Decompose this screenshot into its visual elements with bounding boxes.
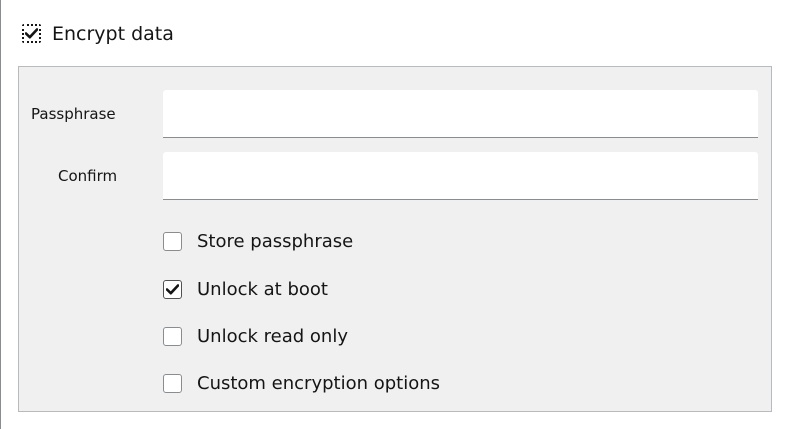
checkmark-icon	[166, 284, 179, 295]
store-passphrase-label[interactable]: Store passphrase	[197, 231, 353, 253]
checkmark-icon	[25, 28, 38, 39]
passphrase-label: Passphrase	[31, 105, 116, 123]
unlock-at-boot-checkbox[interactable]	[163, 280, 182, 299]
unlock-read-only-label[interactable]: Unlock read only	[197, 326, 348, 348]
encrypt-data-checkbox[interactable]	[22, 24, 41, 43]
custom-encryption-options-checkbox[interactable]	[163, 374, 182, 393]
custom-encryption-options-label[interactable]: Custom encryption options	[197, 373, 440, 395]
encryption-options-form: Encrypt data Passphrase Confirm Store pa…	[0, 0, 788, 429]
passphrase-input[interactable]	[163, 90, 758, 138]
confirm-label: Confirm	[58, 167, 118, 185]
unlock-read-only-checkbox[interactable]	[163, 327, 182, 346]
unlock-at-boot-label[interactable]: Unlock at boot	[197, 279, 328, 301]
store-passphrase-checkbox[interactable]	[163, 232, 182, 251]
confirm-input[interactable]	[163, 152, 758, 200]
window-edge	[0, 0, 1, 429]
encrypt-data-label[interactable]: Encrypt data	[52, 23, 174, 45]
